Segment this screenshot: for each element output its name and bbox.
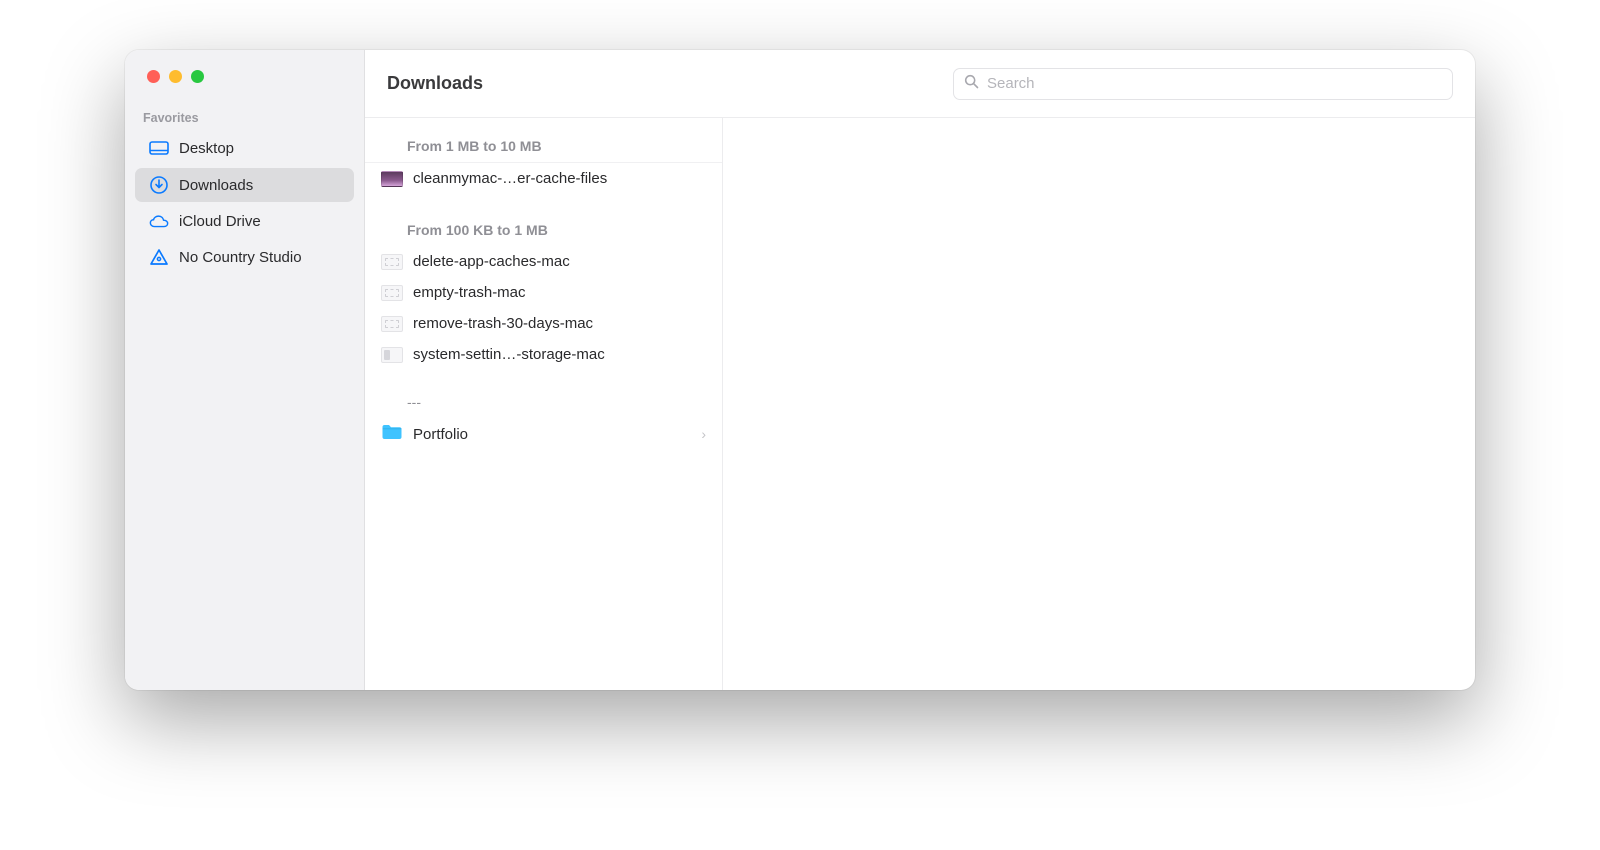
folder-row[interactable]: Portfolio › <box>365 416 722 452</box>
sidebar-item-label: Desktop <box>179 140 234 157</box>
file-name: remove-trash-30-days-mac <box>413 315 593 332</box>
file-name: system-settin…-storage-mac <box>413 346 605 363</box>
desktop-icon <box>149 141 169 157</box>
page-title: Downloads <box>387 73 483 94</box>
image-file-icon <box>381 171 403 187</box>
content-columns: From 1 MB to 10 MB cleanmymac-…er-cache-… <box>365 118 1475 690</box>
file-row[interactable]: remove-trash-30-days-mac <box>365 308 722 339</box>
folder-icon <box>381 423 403 445</box>
file-name: empty-trash-mac <box>413 284 526 301</box>
preview-column <box>723 118 1475 690</box>
file-row[interactable]: empty-trash-mac <box>365 277 722 308</box>
sidebar-item-label: No Country Studio <box>179 249 302 266</box>
window-controls <box>125 70 364 83</box>
file-name: cleanmymac-…er-cache-files <box>413 170 607 187</box>
zoom-window-button[interactable] <box>191 70 204 83</box>
sidebar-item-downloads[interactable]: Downloads <box>135 168 354 202</box>
close-window-button[interactable] <box>147 70 160 83</box>
folder-name: Portfolio <box>413 426 468 443</box>
search-field[interactable] <box>953 68 1453 100</box>
image-file-icon <box>381 347 403 363</box>
image-file-icon <box>381 316 403 332</box>
minimize-window-button[interactable] <box>169 70 182 83</box>
file-row[interactable]: cleanmymac-…er-cache-files <box>365 163 722 194</box>
search-input[interactable] <box>987 75 1442 92</box>
misc-group-header: --- <box>365 370 722 416</box>
main-area: Downloads From 1 MB to 10 MB cleanmymac-… <box>365 50 1475 690</box>
triangle-icon <box>149 248 169 266</box>
downloads-icon <box>149 175 169 195</box>
sidebar-section-label: Favorites <box>125 111 364 131</box>
size-group-header: From 100 KB to 1 MB <box>365 214 722 246</box>
size-group-header: From 1 MB to 10 MB <box>365 130 722 163</box>
file-row[interactable]: system-settin…-storage-mac <box>365 339 722 370</box>
image-file-icon <box>381 254 403 270</box>
sidebar-item-label: iCloud Drive <box>179 213 261 230</box>
search-icon <box>964 74 979 94</box>
file-row[interactable]: delete-app-caches-mac <box>365 246 722 277</box>
finder-window: Favorites Desktop Downloads <box>125 50 1475 690</box>
sidebar-item-no-country-studio[interactable]: No Country Studio <box>135 241 354 273</box>
file-list-column: From 1 MB to 10 MB cleanmymac-…er-cache-… <box>365 118 723 690</box>
chevron-right-icon: › <box>701 426 706 442</box>
sidebar-item-label: Downloads <box>179 177 253 194</box>
sidebar-item-desktop[interactable]: Desktop <box>135 133 354 164</box>
file-name: delete-app-caches-mac <box>413 253 570 270</box>
sidebar-item-icloud-drive[interactable]: iCloud Drive <box>135 206 354 237</box>
image-file-icon <box>381 285 403 301</box>
cloud-icon <box>149 214 169 230</box>
sidebar: Favorites Desktop Downloads <box>125 50 365 690</box>
titlebar: Downloads <box>365 50 1475 118</box>
